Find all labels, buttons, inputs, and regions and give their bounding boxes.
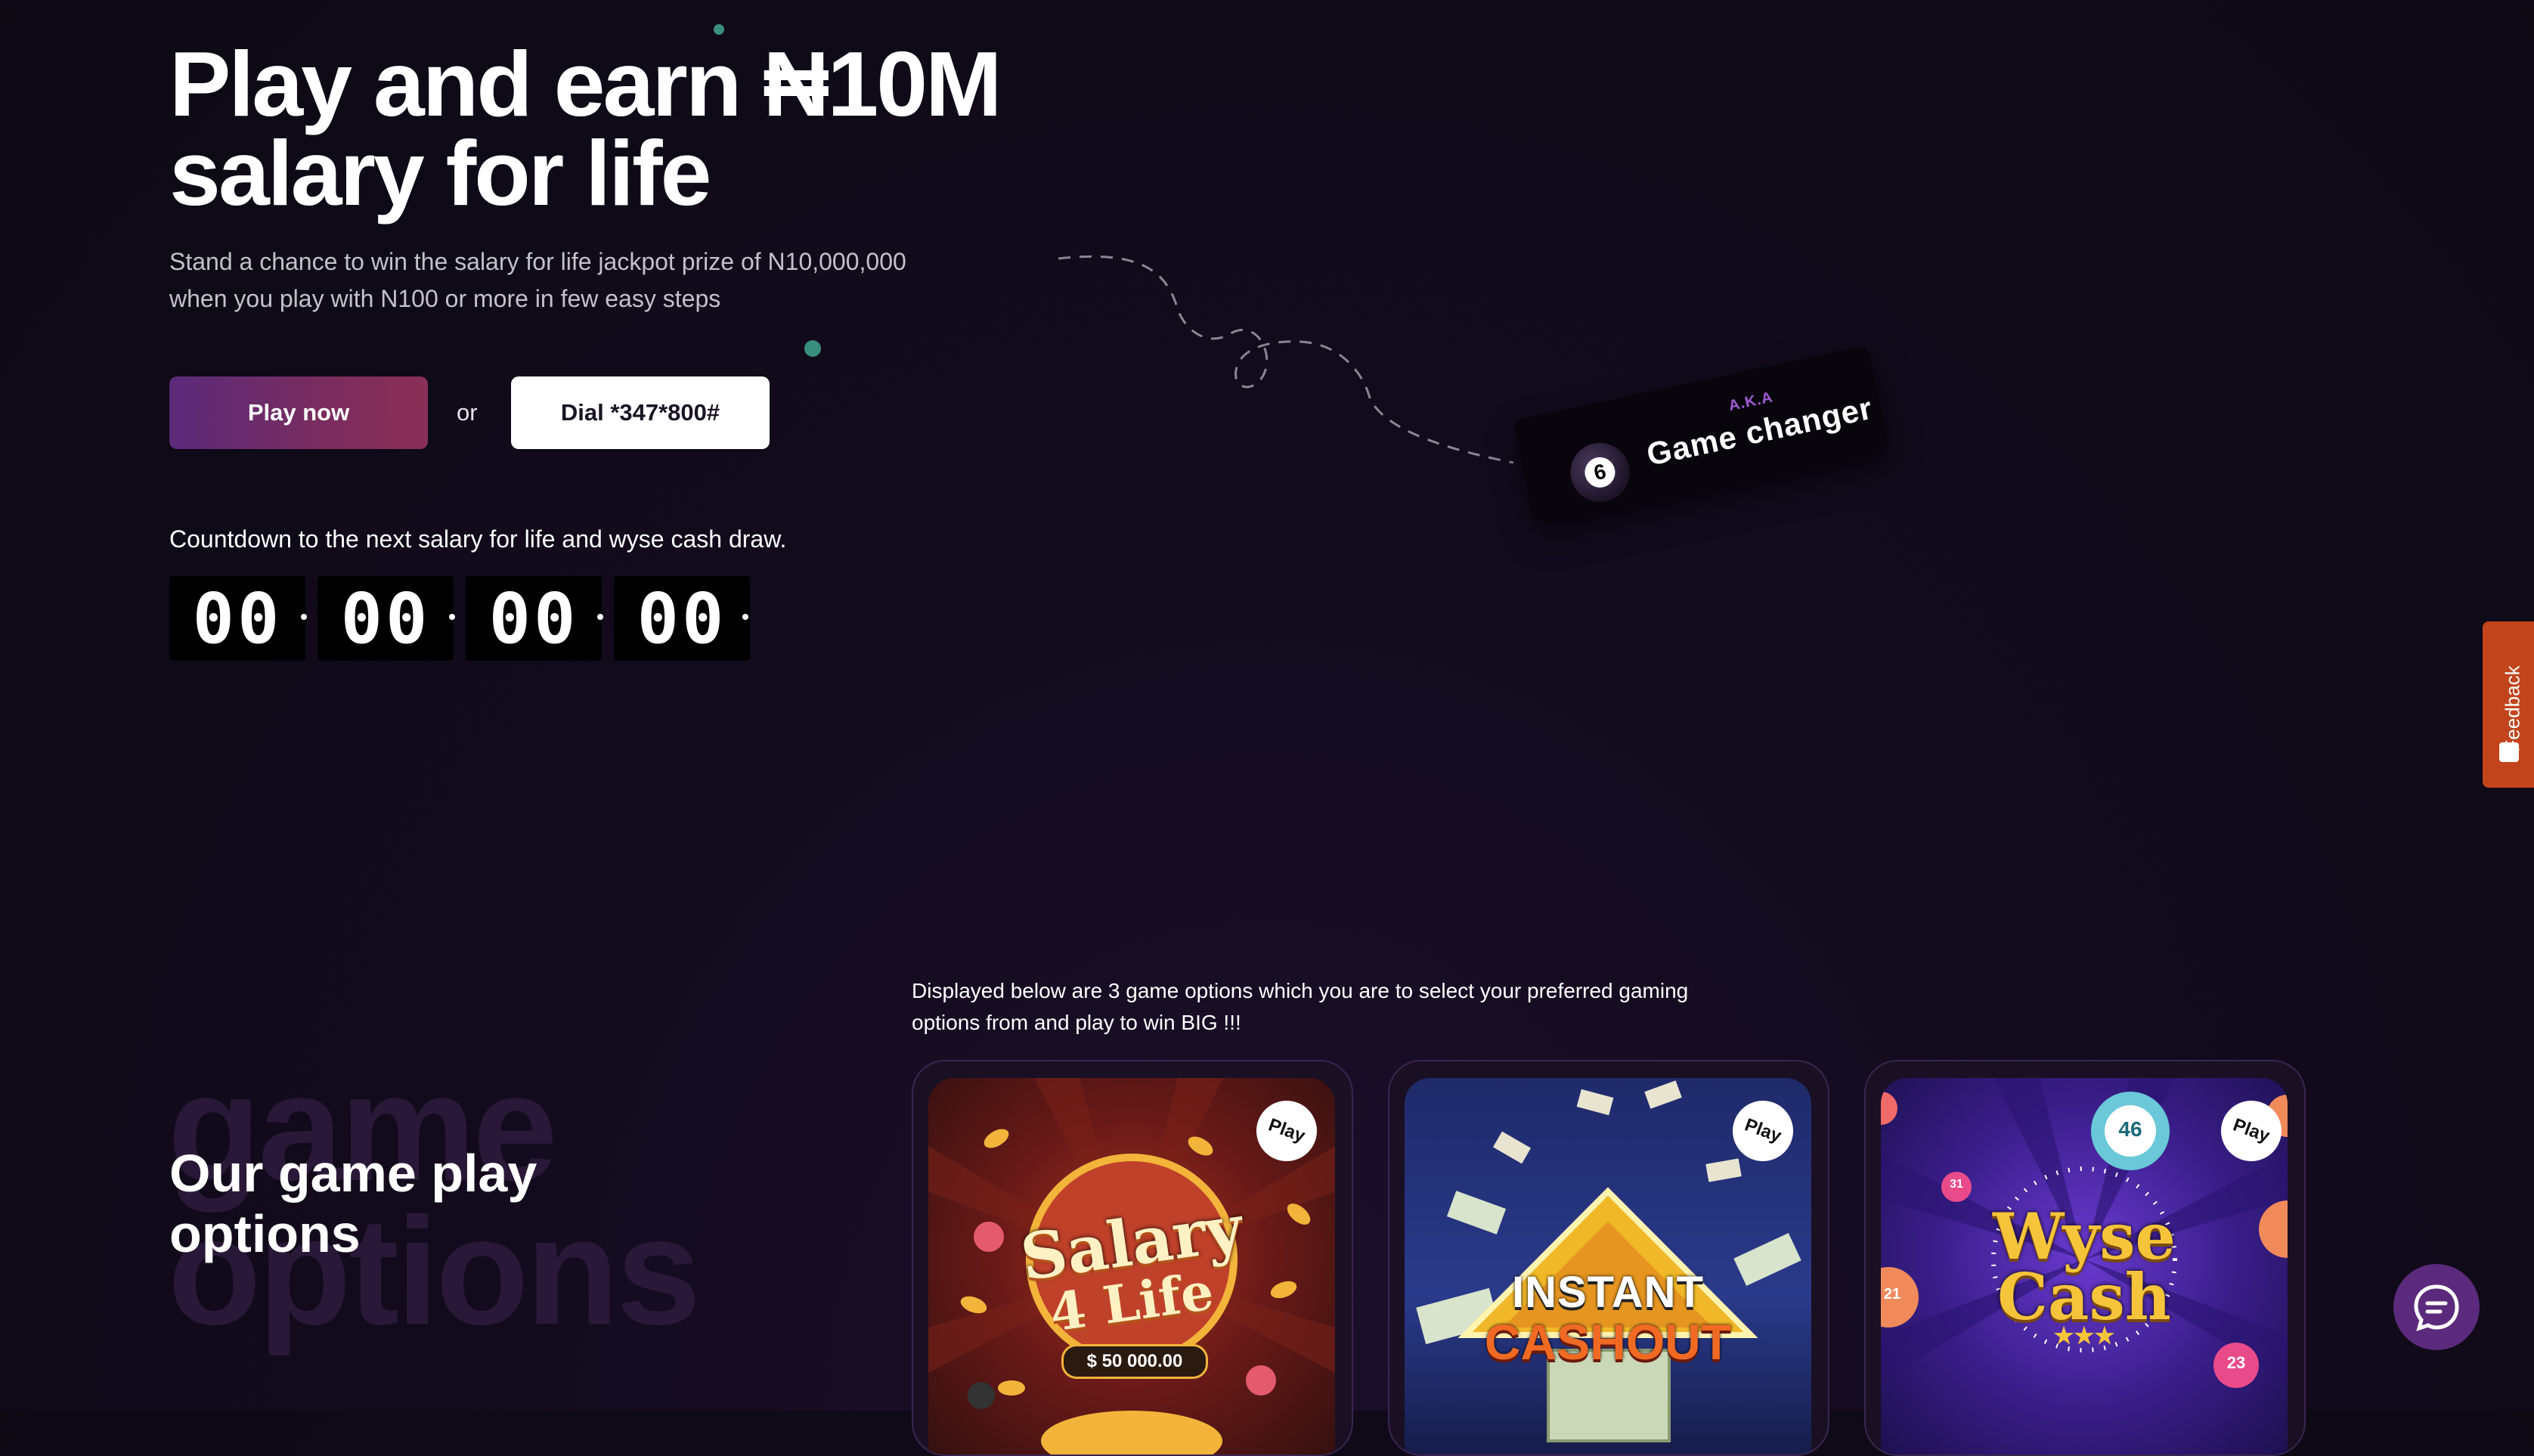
play-now-button[interactable]: Play now (169, 376, 428, 449)
game-changer-tag: 6 A.K.A Game changer (1512, 345, 1890, 525)
decoration-dot (804, 340, 821, 357)
bingo-ball: 23 (2226, 1353, 2246, 1372)
eight-ball-icon: 6 (1565, 437, 1635, 508)
logo-line: Wyse (1992, 1199, 2176, 1274)
game-card-salary-4-life[interactable]: Salary 4 Life $ 50 000.00 Play (912, 1060, 1353, 1456)
dashed-path-decoration (1058, 255, 1514, 464)
or-separator: or (457, 399, 478, 426)
countdown-days: 00 (169, 576, 305, 661)
countdown-separator (742, 614, 748, 620)
countdown-label: Countdown to the next salary for life an… (169, 525, 787, 553)
game-card-image: INSTANT CASHOUT Play (1405, 1078, 1811, 1454)
ball-number: 6 (1581, 454, 1619, 491)
section-title: Our game play options (169, 1144, 537, 1263)
feedback-tab[interactable]: Feedback (2483, 621, 2534, 788)
chat-icon (2414, 1284, 2459, 1331)
game-card-image: Salary 4 Life $ 50 000.00 Play (928, 1078, 1335, 1454)
hero-subtitle: Stand a chance to win the salary for lif… (169, 248, 906, 312)
stars-icon: ★★★ (2053, 1324, 2115, 1349)
countdown-separator (449, 614, 455, 620)
countdown-separator (597, 614, 603, 620)
wyse-cash-logo: Wyse Cash ★★★ (1881, 1199, 2288, 1349)
countdown-minutes: 00 (466, 576, 602, 661)
countdown-hours: 00 (318, 576, 454, 661)
game-card-image: 46 23 31 21 Wyse Cash ★★★ Play (1881, 1078, 2288, 1454)
logo-line: CASHOUT (1484, 1314, 1732, 1370)
logo-line: Cash (1997, 1259, 2171, 1334)
countdown-seconds: 00 (614, 576, 750, 661)
salary-4-life-logo: Salary 4 Life (928, 1190, 1335, 1344)
bingo-ball: 31 (1950, 1178, 1963, 1191)
bingo-ball: 46 (2118, 1117, 2142, 1141)
game-card-wyse-cash[interactable]: 46 23 31 21 Wyse Cash ★★★ Play (1864, 1060, 2306, 1456)
feedback-icon (2499, 742, 2519, 762)
countdown-separator (301, 614, 307, 620)
instant-cashout-logo: INSTANT CASHOUT (1405, 1267, 1811, 1371)
hero-title: Play and earn ₦10M salary for life (169, 33, 1002, 225)
dial-code-button[interactable]: Dial *347*800# (511, 376, 770, 449)
chat-button[interactable] (2393, 1264, 2480, 1350)
section-description: Displayed below are 3 game options which… (912, 979, 1689, 1034)
jackpot-amount: $ 50 000.00 (1061, 1344, 1208, 1379)
game-card-instant-cashout[interactable]: INSTANT CASHOUT Play (1388, 1060, 1829, 1456)
logo-line: INSTANT (1511, 1268, 1704, 1317)
